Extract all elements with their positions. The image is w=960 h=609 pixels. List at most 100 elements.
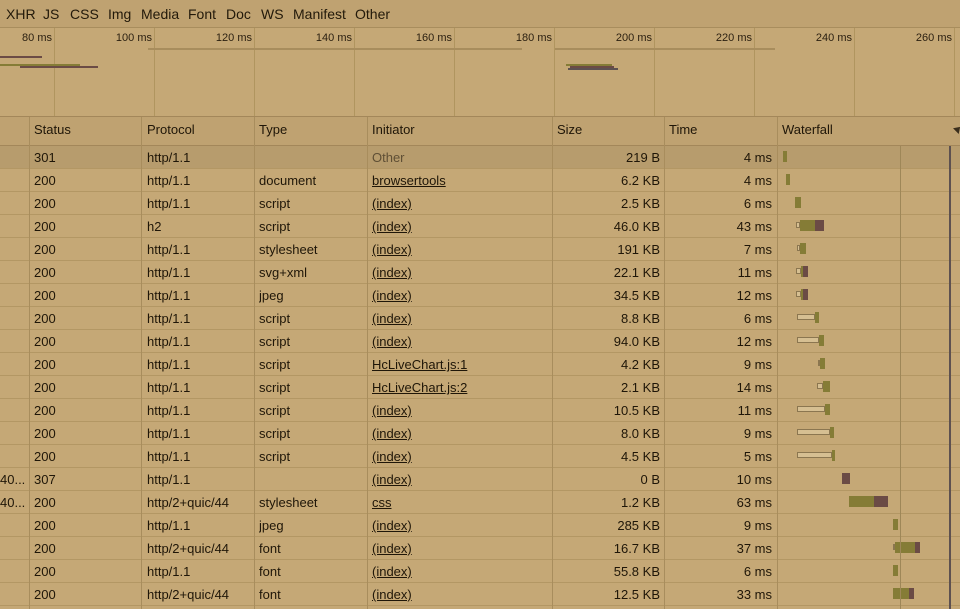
filter-doc[interactable]: Doc	[226, 6, 251, 22]
size-cell: 285 KB	[617, 518, 660, 533]
table-row[interactable]: 200 http/1.1 svg+xml (index) 22.1 KB 11 ms	[0, 261, 960, 284]
column-divider[interactable]	[777, 117, 778, 609]
filter-media[interactable]: Media	[141, 6, 179, 22]
protocol-cell: http/1.1	[147, 173, 191, 188]
time-cell: 10 ms	[736, 472, 772, 487]
table-row[interactable]: 40... 200 http/2+quic/44 stylesheet css 1.2 K…	[0, 491, 960, 514]
initiator-cell[interactable]: (index)	[372, 265, 547, 280]
waterfall-ttfb-segment	[895, 542, 915, 553]
filter-xhr[interactable]: XHR	[6, 6, 36, 22]
initiator-cell[interactable]: (index)	[372, 219, 547, 234]
size-cell: 55.8 KB	[613, 564, 660, 579]
initiator-cell[interactable]: (index)	[372, 518, 547, 533]
initiator-cell[interactable]: (index)	[372, 403, 547, 418]
table-row[interactable]: 301 http/1.1 Other 219 B 4 ms	[0, 146, 960, 169]
column-header-protocol[interactable]: Protocol	[147, 122, 195, 137]
size-cell: 2.1 KB	[620, 380, 660, 395]
initiator-cell[interactable]: HcLiveChart.js:1	[372, 357, 547, 372]
status-cell: 200	[34, 311, 56, 326]
protocol-cell: http/2+quic/44	[147, 541, 230, 556]
column-divider[interactable]	[664, 117, 665, 609]
table-row[interactable]: 200 http/1.1 script (index) 94.0 KB 12 ms	[0, 330, 960, 353]
table-row[interactable]: 200 http/1.1 jpeg (index) 285 KB 9 ms	[0, 514, 960, 537]
waterfall-ttfb-segment	[819, 335, 824, 346]
request-name: 40...	[0, 495, 26, 510]
table-row[interactable]: 200 http/1.1 stylesheet (index) 191 KB 7 ms	[0, 238, 960, 261]
table-row[interactable]: 200 http/2+quic/44 font (index) 12.5 KB 33 ms	[0, 583, 960, 606]
filter-font[interactable]: Font	[188, 6, 216, 22]
sort-arrow-icon	[953, 124, 960, 134]
waterfall-download-segment	[915, 542, 920, 553]
timeline-request-bar	[20, 66, 98, 68]
initiator-cell[interactable]: (index)	[372, 449, 547, 464]
filter-ws[interactable]: WS	[261, 6, 284, 22]
timeline-overview[interactable]: 80 ms 100 ms 120 ms 140 ms 160 ms 180 ms 200 m…	[0, 28, 960, 117]
initiator-cell[interactable]: browsertools	[372, 173, 547, 188]
table-row[interactable]: 40... 307 http/1.1 (index) 0 B 10 ms	[0, 468, 960, 491]
table-row[interactable]: 200 http/1.1 font (index) 55.8 KB 6 ms	[0, 560, 960, 583]
table-row[interactable]: 200 http/2+quic/44 font (index) 16.7 KB 37 ms	[0, 537, 960, 560]
time-cell: 9 ms	[743, 426, 772, 441]
initiator-cell[interactable]: css	[372, 495, 547, 510]
filter-js[interactable]: JS	[43, 6, 59, 22]
filter-manifest[interactable]: Manifest	[293, 6, 346, 22]
table-row[interactable]: 200 http/1.1 script (index) 8.8 KB 6 ms	[0, 307, 960, 330]
timeline-gridline	[154, 28, 155, 116]
type-cell: svg+xml	[259, 265, 308, 280]
size-cell: 22.1 KB	[613, 265, 660, 280]
timeline-gridline	[554, 28, 555, 116]
initiator-cell[interactable]: (index)	[372, 311, 547, 326]
initiator-cell[interactable]: (index)	[372, 242, 547, 257]
table-row[interactable]: 200 http/1.1 document browsertools 6.2 KB 4 m…	[0, 169, 960, 192]
table-row[interactable]: 200 http/1.1 script (index) 2.5 KB 6 ms	[0, 192, 960, 215]
time-cell: 43 ms	[736, 219, 772, 234]
table-row[interactable]: 200 http/1.1 script (index) 8.0 KB 9 ms	[0, 422, 960, 445]
column-divider[interactable]	[254, 117, 255, 609]
size-cell: 16.7 KB	[613, 541, 660, 556]
column-header-size[interactable]: Size	[557, 122, 582, 137]
filter-other[interactable]: Other	[355, 6, 390, 22]
column-header-waterfall[interactable]: Waterfall	[782, 122, 833, 137]
load-event-marker	[949, 146, 951, 609]
protocol-cell: http/1.1	[147, 311, 191, 326]
timeline-gridline	[854, 28, 855, 116]
column-divider[interactable]	[29, 117, 30, 609]
timeline-tick-label: 200 ms	[615, 32, 652, 44]
initiator-cell[interactable]: (index)	[372, 426, 547, 441]
column-header-time[interactable]: Time	[669, 122, 697, 137]
column-header-type[interactable]: Type	[259, 122, 287, 137]
initiator-cell[interactable]: (index)	[372, 587, 547, 602]
status-cell: 200	[34, 587, 56, 602]
protocol-cell: http/1.1	[147, 403, 191, 418]
filter-img[interactable]: Img	[108, 6, 131, 22]
initiator-cell[interactable]: (index)	[372, 288, 547, 303]
column-divider[interactable]	[552, 117, 553, 609]
initiator-cell[interactable]: HcLiveChart.js:2	[372, 380, 547, 395]
waterfall-ttfb-segment	[800, 243, 806, 254]
filter-css[interactable]: CSS	[70, 6, 99, 22]
status-cell: 200	[34, 495, 56, 510]
table-row[interactable]: 200 http/1.1 jpeg (index) 34.5 KB 12 ms	[0, 284, 960, 307]
protocol-cell: http/1.1	[147, 288, 191, 303]
initiator-cell[interactable]: (index)	[372, 334, 547, 349]
column-divider[interactable]	[367, 117, 368, 609]
column-divider[interactable]	[141, 117, 142, 609]
table-row[interactable]: 200 http/1.1 script HcLiveChart.js:2 2.1 KB 1…	[0, 376, 960, 399]
table-row[interactable]: 200 http/1.1 script HcLiveChart.js:1 4.2 KB 9…	[0, 353, 960, 376]
time-cell: 12 ms	[736, 334, 772, 349]
table-row[interactable]: 200 h2 script (index) 46.0 KB 43 ms	[0, 215, 960, 238]
resource-type-filter-bar: XHR JS CSS Img Media Font Doc WS Manifest Other	[0, 0, 960, 28]
table-row[interactable]: 200 http/1.1 script (index) 4.5 KB 5 ms	[0, 445, 960, 468]
initiator-cell[interactable]: (index)	[372, 541, 547, 556]
type-cell: script	[259, 380, 291, 395]
type-cell: script	[259, 426, 291, 441]
status-cell: 200	[34, 242, 56, 257]
status-cell: 307	[34, 472, 56, 487]
size-cell: 2.5 KB	[620, 196, 660, 211]
column-header-status[interactable]: Status	[34, 122, 71, 137]
column-header-initiator[interactable]: Initiator	[372, 122, 415, 137]
table-row[interactable]: 200 http/1.1 script (index) 10.5 KB 11 ms	[0, 399, 960, 422]
initiator-cell[interactable]: (index)	[372, 196, 547, 211]
initiator-cell[interactable]: (index)	[372, 564, 547, 579]
initiator-cell[interactable]: (index)	[372, 472, 547, 487]
